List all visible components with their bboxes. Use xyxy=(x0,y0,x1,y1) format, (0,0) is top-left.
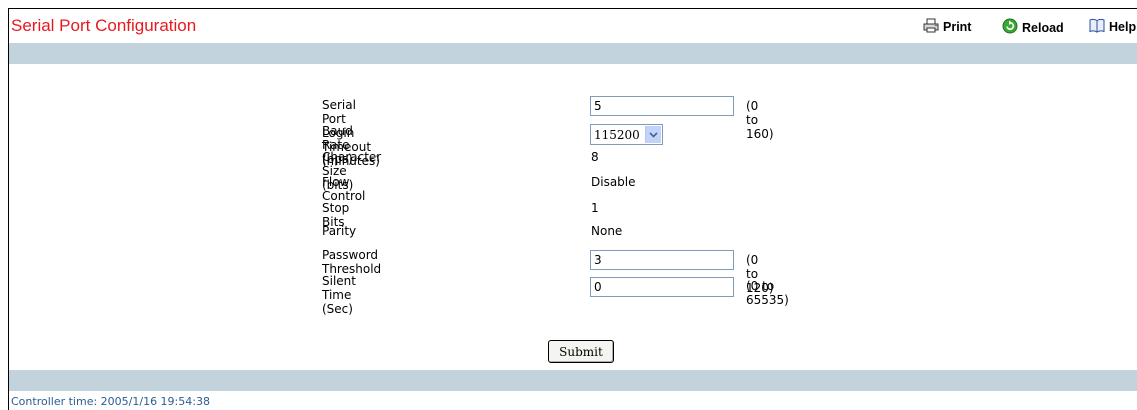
stop-bits-value: 1 xyxy=(591,201,599,215)
print-label: Print xyxy=(943,20,972,34)
chevron-down-icon[interactable] xyxy=(645,126,661,143)
character-size-value: 8 xyxy=(591,150,599,164)
silent-time-input[interactable] xyxy=(590,277,734,297)
password-threshold-label: Password Threshold xyxy=(322,248,382,276)
flow-control-label: Flow Control xyxy=(322,175,366,203)
help-label: Help xyxy=(1109,20,1137,34)
printer-icon xyxy=(923,18,939,36)
print-button[interactable]: Print xyxy=(923,18,971,36)
login-timeout-range: (0 to 160) xyxy=(746,99,774,141)
password-threshold-input[interactable] xyxy=(590,250,734,270)
login-timeout-input[interactable] xyxy=(590,96,734,116)
help-button[interactable]: Help xyxy=(1089,18,1136,36)
reload-label: Reload xyxy=(1022,20,1064,35)
help-book-icon xyxy=(1089,18,1105,36)
header-divider-bar xyxy=(9,43,1137,64)
submit-button[interactable]: Submit xyxy=(548,340,614,363)
title-bar: Serial Port Configuration Print Reload H… xyxy=(9,9,1137,43)
reload-button[interactable]: Reload xyxy=(1002,18,1064,37)
flow-control-value: Disable xyxy=(591,175,636,189)
page-frame: Serial Port Configuration Print Reload H… xyxy=(8,8,1137,410)
parity-value: None xyxy=(591,224,623,238)
footer-divider-bar xyxy=(9,370,1137,391)
baud-rate-value: 115200 xyxy=(594,128,640,142)
parity-label: Parity xyxy=(322,224,357,238)
controller-time: Controller time: 2005/1/16 19:54:38 xyxy=(11,395,210,408)
page-title: Serial Port Configuration xyxy=(11,16,197,35)
silent-time-label: Silent Time (Sec) xyxy=(322,274,356,316)
silent-time-range: (0 to 65535) xyxy=(746,279,789,307)
baud-rate-select[interactable]: 115200 xyxy=(590,124,663,145)
reload-icon xyxy=(1002,18,1018,37)
